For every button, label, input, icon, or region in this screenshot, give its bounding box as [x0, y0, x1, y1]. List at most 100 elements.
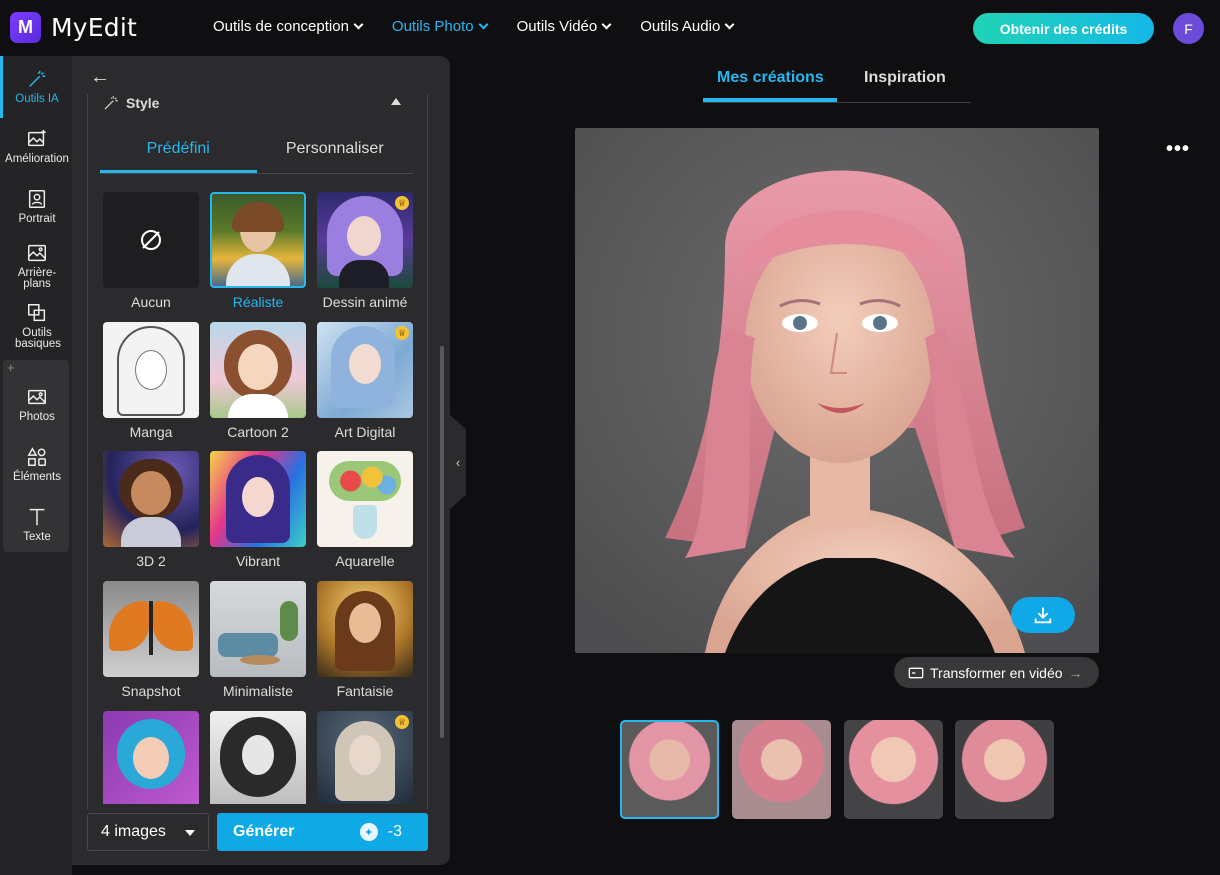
butterfly-wing-shape [153, 601, 193, 651]
rail-item-label: Éléments [13, 471, 61, 483]
more-options-icon[interactable]: ••• [1166, 138, 1190, 161]
avatar[interactable]: F [1173, 13, 1204, 44]
result-thumbnail[interactable] [732, 720, 831, 819]
portrait-illustration [575, 128, 1099, 653]
style-thumbnail [210, 451, 306, 547]
style-option-sketch[interactable] [210, 711, 306, 804]
video-icon [908, 667, 924, 678]
crop-icon [28, 304, 46, 322]
style-thumbnail [210, 322, 306, 418]
top-bar: M MyEdit Outils de conception Outils Pho… [0, 0, 1220, 56]
style-thumbnail [103, 322, 199, 418]
rail-item-elements[interactable]: Éléments [4, 446, 70, 483]
nav-item-video-tools[interactable]: Outils Vidéo [516, 18, 612, 35]
style-thumbnail [103, 581, 199, 677]
portrait-body-shape [228, 394, 288, 418]
image-count-value: 4 images [101, 823, 166, 840]
style-option-pop[interactable] [103, 711, 199, 804]
portrait-face-shape [349, 344, 381, 384]
tab-my-creations[interactable]: Mes créations [717, 69, 824, 87]
style-thumbnail [317, 581, 413, 677]
app-logo[interactable]: M MyEdit [10, 12, 137, 43]
style-option-cartoon[interactable]: ♕ Dessin animé [317, 192, 413, 310]
nav-item-label: Outils Photo [391, 18, 474, 35]
result-thumbnail[interactable] [955, 720, 1054, 819]
style-option-cartoon-2[interactable]: Cartoon 2 [210, 322, 306, 440]
style-option-3d-2[interactable]: 3D 2 [103, 451, 199, 569]
result-thumbnail[interactable] [620, 720, 719, 819]
generated-image-preview [575, 128, 1099, 653]
butterfly-body-shape [149, 601, 153, 655]
style-thumbnail [210, 192, 306, 288]
style-option-ethereal[interactable]: ♕ [317, 711, 413, 804]
portrait-body-shape [121, 517, 181, 547]
portrait-icon [28, 190, 46, 208]
rail-item-photos[interactable]: Photos [4, 386, 70, 423]
app-name: MyEdit [51, 13, 137, 42]
get-credits-button[interactable]: Obtenir des crédits [973, 13, 1154, 44]
results-tabs: Mes créations Inspiration [703, 66, 971, 103]
style-label: Art Digital [334, 424, 396, 440]
style-grid: Aucun Réaliste ♕ Dessin animé Manga Cart… [103, 192, 413, 804]
rail-item-label: Outils basiques [15, 327, 62, 350]
chevron-down-icon [478, 19, 489, 30]
portrait-face-shape [238, 344, 278, 390]
style-option-minimalist[interactable]: Minimaliste [210, 581, 306, 699]
style-section-header[interactable]: Style [102, 94, 159, 112]
rail-item-backgrounds[interactable]: Arrière-plans [4, 242, 70, 290]
transform-to-video-button[interactable]: Transformer en vidéo → [894, 657, 1099, 688]
image-count-select[interactable]: 4 images [87, 813, 209, 851]
style-label: Réaliste [232, 294, 284, 310]
rail-item-basic-tools[interactable]: Outils basiques [4, 302, 70, 350]
style-thumbnail: ♕ [317, 322, 413, 418]
style-option-vibrant[interactable]: Vibrant [210, 451, 306, 569]
style-label: 3D 2 [136, 553, 166, 569]
butterfly-wing-shape [109, 601, 149, 651]
rail-item-portrait[interactable]: Portrait [4, 188, 70, 225]
nav-item-audio-tools[interactable]: Outils Audio [640, 18, 735, 35]
portrait-face-shape [135, 350, 167, 390]
style-option-none[interactable]: Aucun [103, 192, 199, 310]
tab-customize[interactable]: Personnaliser [257, 140, 414, 173]
download-button[interactable] [1011, 597, 1075, 633]
style-option-realistic[interactable]: Réaliste [210, 192, 306, 310]
vase-shape [353, 505, 377, 539]
style-option-manga[interactable]: Manga [103, 322, 199, 440]
rail-item-text[interactable]: Texte [4, 506, 70, 543]
download-icon [1034, 607, 1052, 624]
rail-item-enhance[interactable]: Amélioration [4, 128, 70, 165]
style-option-watercolor[interactable]: Aquarelle [317, 451, 413, 569]
nav-item-label: Outils Vidéo [516, 18, 598, 35]
tab-inspiration[interactable]: Inspiration [864, 69, 946, 87]
style-option-fantasy[interactable]: Fantaisie [317, 581, 413, 699]
collapse-panel-handle[interactable]: ‹ [450, 415, 466, 509]
style-option-snapshot[interactable]: Snapshot [103, 581, 199, 699]
rail-item-label: Texte [23, 531, 51, 543]
style-label: Fantaisie [336, 683, 394, 699]
portrait-face-shape [133, 737, 169, 779]
style-panel: ← Style Prédéfini Personnaliser Aucun Ré… [72, 56, 450, 865]
nav-item-photo-tools[interactable]: Outils Photo [391, 18, 489, 35]
photo-icon [28, 389, 46, 405]
panel-divider [87, 94, 88, 809]
scrollbar-thumb[interactable] [440, 346, 444, 738]
nav-item-design-tools[interactable]: Outils de conception [213, 18, 364, 35]
portrait-face-shape [349, 603, 381, 643]
portrait-body-shape [339, 260, 389, 288]
section-title: Style [126, 95, 160, 111]
generate-cost: ✦ -3 [359, 823, 402, 841]
style-thumbnail [210, 711, 306, 804]
rail-item-ai-tools[interactable]: Outils IA [4, 68, 70, 105]
back-arrow-icon[interactable]: ← [90, 66, 110, 89]
result-thumbnail[interactable] [844, 720, 943, 819]
style-label: Vibrant [235, 553, 281, 569]
style-label: Aquarelle [335, 553, 395, 569]
generate-button[interactable]: Générer ✦ -3 [217, 813, 428, 851]
tab-preset[interactable]: Prédéfini [100, 140, 257, 173]
style-label: Manga [129, 424, 173, 440]
caret-down-icon [185, 830, 195, 836]
style-label: Minimaliste [222, 683, 293, 699]
style-thumbnail: ♕ [317, 711, 413, 804]
collapse-caret-icon[interactable] [391, 98, 401, 105]
style-option-digital-art[interactable]: ♕ Art Digital [317, 322, 413, 440]
